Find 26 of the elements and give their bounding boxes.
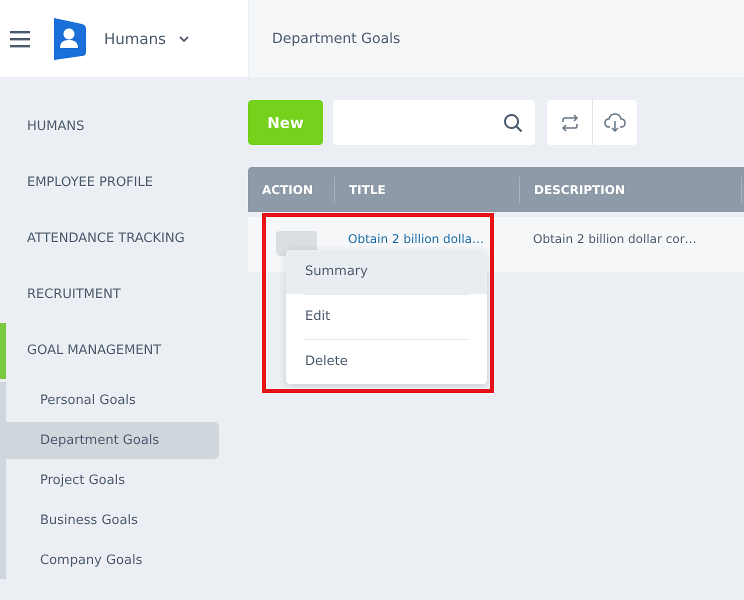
sidebar-subitem[interactable]: Project Goals	[6, 462, 219, 499]
page-title: Department Goals	[272, 30, 400, 46]
app-switcher[interactable]: Humans	[102, 28, 192, 50]
table-cell: Obtain 2 billion dollar cor…	[533, 232, 697, 246]
sidebar-item[interactable]: EMPLOYEE PROFILE	[0, 155, 240, 211]
column-header[interactable]: TITLE	[334, 176, 519, 202]
menu-item[interactable]: Delete	[304, 339, 469, 384]
sidebar-item[interactable]: HUMANS	[0, 99, 240, 155]
title-link[interactable]: Obtain 2 billion dolla…	[348, 232, 484, 246]
search-field[interactable]	[333, 100, 535, 145]
sidebar-item[interactable]: ATTENDANCE TRACKING	[0, 211, 240, 267]
sidebar-subitem[interactable]: Department Goals	[6, 422, 219, 459]
sidebar-subitem[interactable]: Company Goals	[6, 542, 219, 579]
person-logo-icon	[52, 18, 86, 60]
search-icon[interactable]	[503, 112, 523, 132]
menu-icon[interactable]	[10, 30, 30, 48]
sidebar-subitem[interactable]: Business Goals	[6, 502, 219, 539]
cloud-download-icon	[604, 112, 626, 132]
menu-item[interactable]: Summary	[286, 250, 487, 294]
sidebar-item[interactable]: RECRUITMENT	[0, 267, 240, 323]
column-header[interactable]: DESCRIPTION	[519, 176, 741, 202]
column-header[interactable]: ACTION	[248, 176, 334, 202]
swap-arrows-icon	[560, 114, 578, 132]
sidebar-item[interactable]: GOAL MANAGEMENT	[0, 323, 240, 379]
sidebar-subitem[interactable]: Personal Goals	[6, 382, 219, 419]
caret-icon	[178, 34, 190, 42]
